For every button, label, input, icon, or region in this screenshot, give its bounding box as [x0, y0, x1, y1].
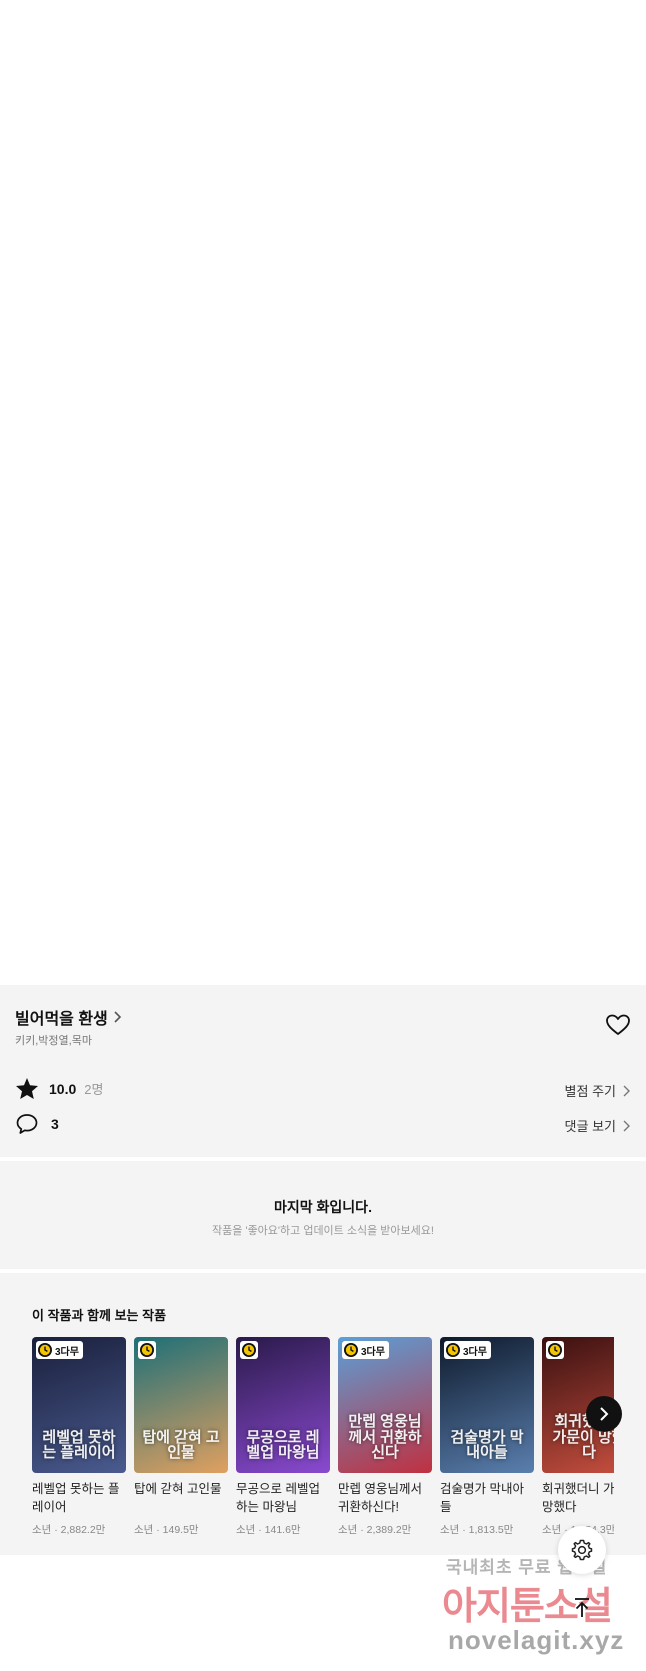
work-authors: 키키,박정열,목마 [15, 1035, 92, 1047]
cover-title-art: 만렙 영웅님께서 귀환하신다 [348, 1412, 422, 1462]
card-title: 회귀했더니 가이 망했다 [542, 1482, 614, 1514]
wait-free-badge: 3다무 [342, 1341, 389, 1359]
give-rating-label: 별점 주기 [564, 1084, 616, 1099]
chevron-right-icon [600, 1407, 609, 1421]
card-meta: 소년 · 149.5만 [134, 1524, 199, 1536]
heart-outline-icon[interactable] [605, 1013, 631, 1037]
recommendation-card[interactable]: 3다무 검술명가 막내아들 검술명가 막내아들 소년 · 1,813.5만 [440, 1337, 534, 1537]
chevron-right-icon [114, 1011, 121, 1023]
view-comments-button[interactable]: 댓글 보기 [565, 1116, 631, 1135]
gear-icon [571, 1539, 593, 1561]
rating-score: 10.0 [49, 1080, 77, 1097]
clock-icon [344, 1343, 358, 1357]
wait-free-badge: 3다무 [36, 1341, 83, 1359]
clock-icon [446, 1343, 460, 1357]
cover-title-art: 레벨업 못하는 플레이어 [42, 1428, 116, 1462]
last-episode-title: 마지막 화입니다. [274, 1199, 372, 1215]
scroll-top-button[interactable] [558, 1584, 606, 1632]
wait-free-badge: 3다무 [444, 1341, 491, 1359]
clock-icon [38, 1343, 52, 1357]
watermark-line3: novelagit.xyz [448, 1625, 625, 1655]
clock-icon [140, 1343, 154, 1357]
card-meta: 소년 · 2,389.2만 [338, 1524, 412, 1536]
speech-bubble-icon [16, 1114, 38, 1134]
card-title: 무공으로 레벨업 하는 마왕님 [236, 1482, 320, 1514]
clock-icon [548, 1343, 562, 1357]
cover-image: 3다무검술명가 막내아들 [440, 1337, 534, 1473]
chevron-right-icon [623, 1085, 630, 1096]
work-title: 빌어먹을 환생 [15, 1011, 108, 1028]
comment-count: 3 [51, 1116, 59, 1132]
recommendation-card[interactable]: 탑에 갇혀 고인물 탑에 갇혀 고인물 소년 · 149.5만 [134, 1337, 228, 1537]
comment-row: 3 [15, 1113, 59, 1135]
give-rating-button[interactable]: 별점 주기 [565, 1081, 631, 1100]
cover-title-art: 검술명가 막내아들 [450, 1428, 524, 1462]
card-meta: 소년 · 1,813.5만 [440, 1524, 514, 1536]
last-episode-subtitle: 작품을 '좋아요'하고 업데이트 소식을 받아보세요! [212, 1225, 434, 1237]
rating-row: 10.0 2명 [15, 1077, 103, 1100]
arrow-to-top-icon [575, 1598, 589, 1617]
clock-icon [242, 1343, 256, 1357]
chevron-right-icon [623, 1120, 630, 1131]
recommendations-carousel[interactable]: 3다무 레벨업 못하는 플레이어 레벨업 못하는 플레이어 소년 · 2,882.2만… [32, 1337, 614, 1547]
card-meta: 소년 · 141.6만 [236, 1524, 301, 1536]
wait-free-badge [546, 1341, 564, 1359]
card-title: 검술명가 막내아들 [440, 1482, 524, 1514]
cover-title-art: 무공으로 레벨업 마왕님 [246, 1428, 320, 1462]
cover-title-art: 탑에 갇혀 고인물 [142, 1428, 220, 1462]
card-title: 탑에 갇혀 고인물 [134, 1482, 222, 1496]
recommendation-card[interactable]: 회귀했더니 가문이 망했다회귀했더니 가이 망했다소년 · 1,254.3만 [542, 1337, 614, 1537]
recommendations-track: 3다무 레벨업 못하는 플레이어 레벨업 못하는 플레이어 소년 · 2,882.2만… [32, 1337, 614, 1537]
cover-image: 3다무만렙 영웅님께서 귀환하신다 [338, 1337, 432, 1473]
last-episode-notice: 마지막 화입니다. 작품을 '좋아요'하고 업데이트 소식을 받아보세요! [0, 1161, 646, 1269]
card-title: 만렙 영웅님께서 귀환하신다! [338, 1482, 422, 1514]
recommendation-card[interactable]: 3다무 레벨업 못하는 플레이어 레벨업 못하는 플레이어 소년 · 2,882.2만 [32, 1337, 126, 1537]
work-info-panel: 빌어먹을 환생 키키,박정열,목마 10.0 2명 별점 주기 3 댓글 보기 [0, 985, 646, 1157]
cover-image: 무공으로 레벨업 마왕님 [236, 1337, 330, 1473]
recommendation-card[interactable]: 3다무만렙 영웅님께서 귀환하신다만렙 영웅님께서 귀환하신다! 소년 · 2,3… [338, 1337, 432, 1537]
rating-count: 2명 [84, 1082, 104, 1097]
wait-free-badge [240, 1341, 258, 1359]
carousel-next-button[interactable] [586, 1396, 622, 1432]
cover-image: 탑에 갇혀 고인물 [134, 1337, 228, 1473]
settings-button[interactable] [558, 1526, 606, 1574]
wait-free-badge [138, 1341, 156, 1359]
card-meta: 소년 · 2,882.2만 [32, 1524, 106, 1536]
viewer-blank-area [0, 0, 646, 985]
star-icon [16, 1078, 38, 1099]
card-title: 레벨업 못하는 플레이어 [32, 1482, 120, 1514]
watermark: 국내최초 무료 웹소설 아지툰소설 novelagit.xyz [440, 1553, 640, 1663]
work-title-link[interactable]: 빌어먹을 환생 [15, 1005, 122, 1029]
badge-label: 3다무 [361, 1346, 385, 1358]
badge-label: 3다무 [55, 1346, 79, 1358]
recommendations-panel: 이 작품과 함께 보는 작품 3다무 레벨업 못하는 플레이어 레벨업 못하는 플레… [0, 1273, 646, 1555]
recommendation-card[interactable]: 무공으로 레벨업 마왕님무공으로 레벨업 하는 마왕님소년 · 141.6만 [236, 1337, 330, 1537]
cover-image: 3다무레벨업 못하는 플레이어 [32, 1337, 126, 1473]
recommendations-heading: 이 작품과 함께 보는 작품 [32, 1308, 167, 1323]
badge-label: 3다무 [463, 1346, 487, 1358]
view-comments-label: 댓글 보기 [564, 1119, 616, 1134]
